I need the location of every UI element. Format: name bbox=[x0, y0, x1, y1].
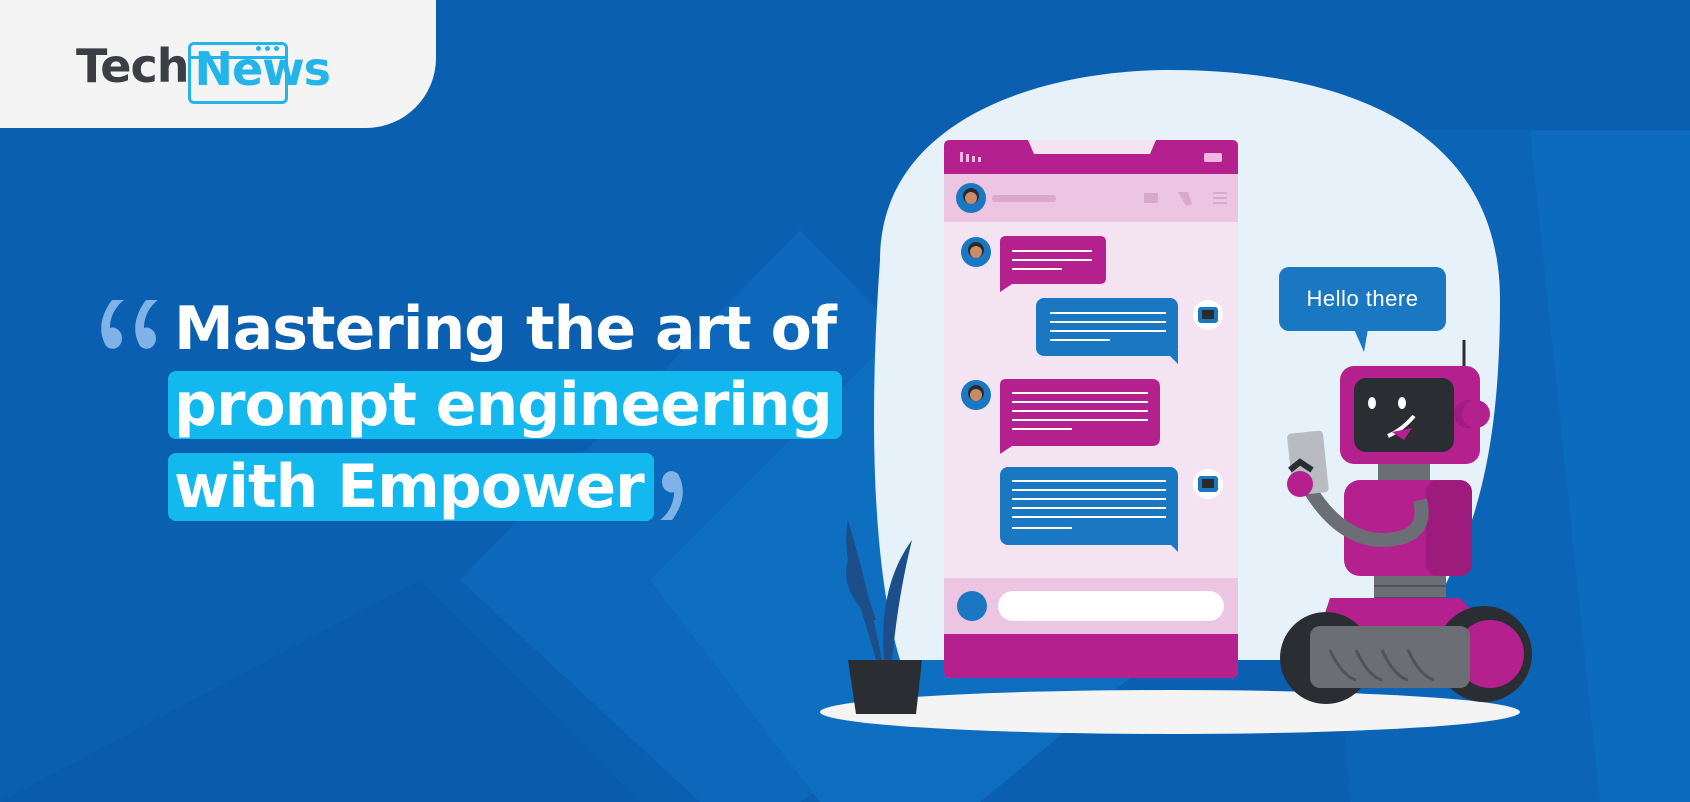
speech-bubble-text: Hello there bbox=[1306, 286, 1419, 311]
chat-phone-illustration bbox=[944, 140, 1238, 678]
illustration bbox=[820, 70, 1532, 734]
floor-shadow bbox=[820, 690, 1520, 734]
logo-text-news: News bbox=[194, 42, 331, 96]
